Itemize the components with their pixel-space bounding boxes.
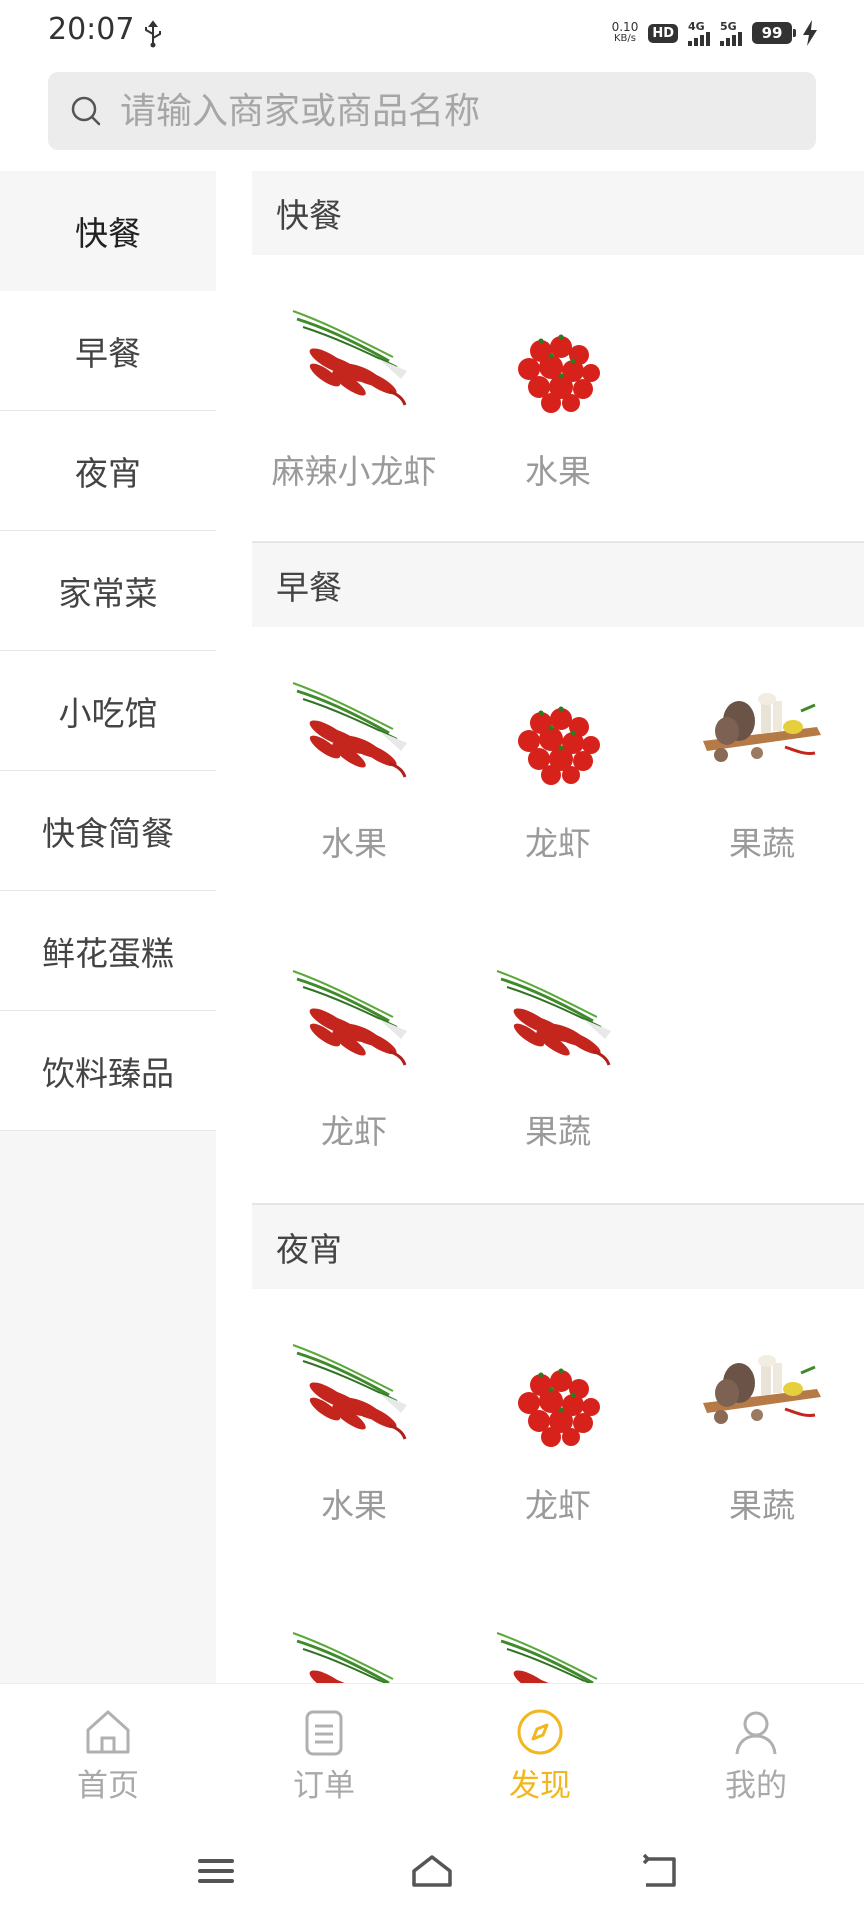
tab-orders[interactable]: 订单 [216, 1684, 432, 1822]
user-icon [735, 1711, 777, 1755]
product-item[interactable]: 果蔬 [660, 1289, 864, 1577]
product-grid: 水果 龙虾 果蔬 [252, 1289, 864, 1683]
product-label: 果蔬 [729, 1486, 795, 1525]
compass-icon [517, 1709, 563, 1755]
section-title: 夜宵 [252, 1205, 864, 1289]
product-label: 果蔬 [729, 824, 795, 863]
sidebar-item-xiaochiguan[interactable]: 小吃馆 [0, 651, 216, 771]
battery-icon: 99 [752, 22, 796, 44]
bottom-tab-bar: 首页 订单 发现 我的 [0, 1683, 864, 1822]
section-title: 早餐 [252, 543, 864, 627]
product-label: 龙虾 [525, 824, 591, 863]
crayfish-image [495, 969, 613, 1067]
hd-icon: HD [648, 23, 678, 43]
product-item[interactable]: 水果 [252, 627, 456, 915]
status-icons: 0.10 KB/s HD 4G 5G 99 [612, 16, 818, 50]
crayfish-image [291, 681, 409, 779]
product-item[interactable]: 龙虾 [456, 627, 660, 915]
status-bar: 20:07 0.10 KB/s HD 4G 5G 99 [0, 0, 864, 66]
sidebar-item-zaocan[interactable]: 早餐 [0, 291, 216, 411]
tab-discover[interactable]: 发现 [432, 1684, 648, 1822]
net-speed: 0.10 KB/s [611, 20, 639, 44]
search-input[interactable] [118, 89, 816, 133]
product-label: 水果 [321, 1486, 387, 1525]
product-label: 麻辣小龙虾 [271, 452, 437, 491]
charging-icon [803, 20, 817, 46]
product-item[interactable]: 龙虾 [252, 915, 456, 1203]
section-kuaican: 快餐 麻辣小龙虾 水果 [252, 171, 864, 543]
sidebar-item-yinliaozhenpin[interactable]: 饮料臻品 [0, 1011, 216, 1131]
sidebar-item-jiachangcai[interactable]: 家常菜 [0, 531, 216, 651]
product-item[interactable] [252, 1577, 456, 1683]
signal-5g-icon: 5G [720, 21, 742, 46]
product-grid: 麻辣小龙虾 水果 [252, 255, 864, 543]
product-item[interactable]: 水果 [252, 1289, 456, 1577]
product-label: 果蔬 [525, 1112, 591, 1151]
category-content: 快餐 麻辣小龙虾 水果 早餐 水果 龙虾 果蔬 龙虾 果蔬 夜宵 水果 龙虾 果… [252, 171, 864, 1683]
product-item[interactable]: 果蔬 [660, 627, 864, 915]
product-label: 龙虾 [525, 1486, 591, 1525]
sidebar-item-yexiao[interactable]: 夜宵 [0, 411, 216, 531]
home-icon [86, 1710, 130, 1754]
menu-icon[interactable] [194, 1851, 238, 1891]
product-item[interactable]: 果蔬 [456, 915, 660, 1203]
product-label: 龙虾 [321, 1112, 387, 1151]
usb-icon [145, 20, 161, 48]
product-item[interactable]: 水果 [456, 255, 660, 543]
section-title: 快餐 [252, 171, 864, 255]
category-sidebar: 快餐 早餐 夜宵 家常菜 小吃馆 快食简餐 鲜花蛋糕 饮料臻品 [0, 171, 216, 1683]
crayfish-image [291, 309, 409, 407]
mushroom-image [701, 691, 823, 764]
tab-mine[interactable]: 我的 [648, 1684, 864, 1822]
sidebar-item-xianhuadangao[interactable]: 鲜花蛋糕 [0, 891, 216, 1011]
status-time: 20:07 [48, 12, 135, 47]
product-label: 水果 [525, 452, 591, 491]
tomato-image [518, 1368, 600, 1447]
tomato-image [518, 334, 600, 413]
search-bar[interactable] [48, 72, 816, 150]
product-item[interactable]: 龙虾 [456, 1289, 660, 1577]
tab-home[interactable]: 首页 [0, 1684, 216, 1822]
mushroom-image [701, 1353, 823, 1426]
product-label: 水果 [321, 824, 387, 863]
sidebar-item-kuaican[interactable]: 快餐 [0, 171, 216, 291]
sidebar-item-kuaishijiancan[interactable]: 快食简餐 [0, 771, 216, 891]
product-item[interactable]: 麻辣小龙虾 [252, 255, 456, 543]
tomato-image [518, 706, 600, 785]
search-icon [71, 96, 101, 126]
crayfish-image [495, 1631, 613, 1683]
crayfish-image [291, 969, 409, 1067]
system-nav-bar [0, 1821, 864, 1920]
product-item[interactable] [456, 1577, 660, 1683]
signal-4g-icon: 4G [688, 21, 710, 46]
product-grid: 水果 龙虾 果蔬 龙虾 果蔬 [252, 627, 864, 1205]
back-icon[interactable] [638, 1851, 682, 1891]
crayfish-image [291, 1631, 409, 1683]
section-yexiao: 夜宵 水果 龙虾 果蔬 [252, 1205, 864, 1683]
crayfish-image [291, 1343, 409, 1441]
order-icon [305, 1710, 343, 1756]
home-nav-icon[interactable] [410, 1851, 454, 1891]
section-zaocan: 早餐 水果 龙虾 果蔬 龙虾 果蔬 [252, 543, 864, 1205]
